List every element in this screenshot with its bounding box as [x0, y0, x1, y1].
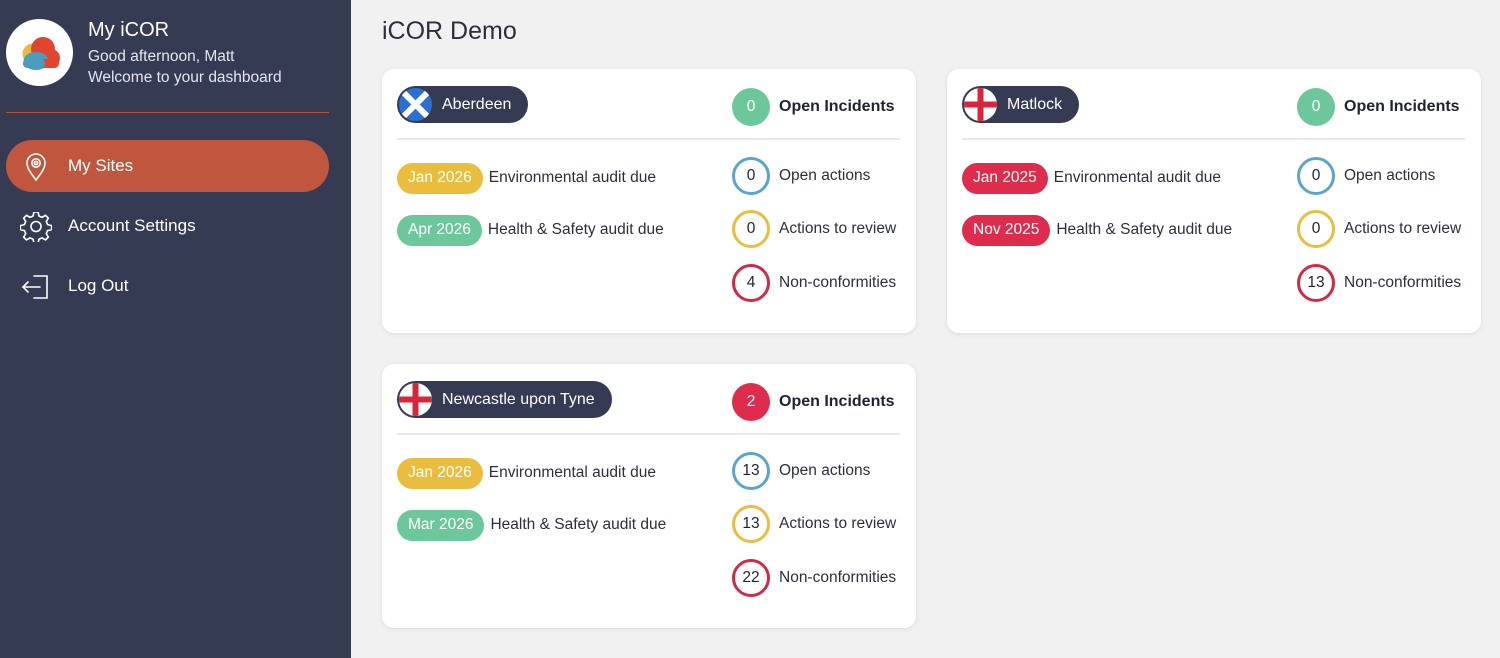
metric-count: 0 [732, 210, 770, 248]
site-card: Aberdeen 0 Open Incidents Jan 2026 Envir… [382, 69, 916, 333]
site-name: Matlock [1007, 95, 1063, 113]
site-card: Newcastle upon Tyne 2 Open Incidents Jan… [382, 364, 916, 628]
metric-label: Actions to review [1344, 220, 1462, 237]
audit-label: Environmental audit due [488, 464, 656, 481]
metric-actions-to-review[interactable]: 0 Actions to review [732, 210, 896, 248]
audit-label: Health & Safety audit due [487, 221, 664, 238]
metric-label: Open actions [779, 167, 871, 184]
audit-date-badge: Apr 2026 [397, 214, 482, 246]
metric-count: 0 [1297, 157, 1335, 195]
nav-label-log-out: Log Out [68, 276, 129, 295]
metric-label: Open actions [779, 462, 871, 479]
nav-item-my-sites[interactable]: My Sites [6, 140, 329, 192]
open-incidents-label: Open Incidents [779, 393, 895, 410]
logout-icon [20, 272, 52, 302]
audit-row: Jan 2025 Environmental audit due [962, 162, 1221, 194]
metric-open-actions[interactable]: 13 Open actions [732, 452, 870, 490]
gear-icon [19, 211, 53, 244]
metric-label: Actions to review [779, 515, 897, 532]
card-divider [397, 433, 900, 435]
sidebar-divider [6, 112, 329, 113]
audit-date-badge: Jan 2026 [397, 457, 483, 489]
audit-label: Health & Safety audit due [490, 516, 667, 533]
metric-label: Open actions [1344, 167, 1436, 184]
metric-non-conformities[interactable]: 13 Non-conformities [1297, 264, 1461, 302]
audit-date-badge: Jan 2025 [962, 162, 1048, 194]
open-incidents-label: Open Incidents [779, 98, 895, 115]
metric-label: Non-conformities [779, 569, 897, 586]
site-name-pill[interactable]: Aberdeen [397, 86, 529, 123]
site-name-pill[interactable]: Matlock [962, 86, 1080, 123]
metric-open-actions[interactable]: 0 Open actions [732, 157, 870, 195]
england-flag-icon [964, 88, 997, 121]
audit-date-badge: Nov 2025 [962, 214, 1051, 246]
site-name: Newcastle upon Tyne [442, 390, 595, 408]
metric-count: 13 [732, 452, 770, 490]
metric-count: 22 [732, 559, 770, 597]
site-name: Aberdeen [442, 95, 512, 113]
site-name-pill[interactable]: Newcastle upon Tyne [397, 381, 612, 418]
card-divider [397, 138, 900, 140]
location-pin-icon [20, 152, 52, 182]
metric-label: Actions to review [779, 220, 897, 237]
audit-date-badge: Mar 2026 [397, 509, 485, 541]
open-incidents-count: 2 [732, 383, 770, 421]
open-incidents[interactable]: 2 Open Incidents [732, 383, 895, 421]
open-incidents-count: 0 [1297, 88, 1335, 126]
audit-row: Nov 2025 Health & Safety audit due [962, 214, 1232, 246]
metric-count: 0 [1297, 210, 1335, 248]
audit-label: Environmental audit due [1053, 169, 1221, 186]
welcome-text: Welcome to your dashboard [88, 69, 282, 86]
open-incidents-label: Open Incidents [1344, 98, 1460, 115]
metric-count: 13 [1297, 264, 1335, 302]
audit-date-badge: Jan 2026 [397, 162, 483, 194]
open-incidents-count: 0 [732, 88, 770, 126]
metric-non-conformities[interactable]: 22 Non-conformities [732, 559, 896, 597]
site-card: Matlock 0 Open Incidents Jan 2025 Enviro… [947, 69, 1481, 333]
scotland-flag-icon [399, 88, 432, 121]
metric-actions-to-review[interactable]: 0 Actions to review [1297, 210, 1461, 248]
nav-label-my-sites: My Sites [68, 156, 134, 175]
metric-count: 0 [732, 157, 770, 195]
app-title: My iCOR [88, 19, 170, 41]
metric-label: Non-conformities [779, 274, 897, 291]
nav-label-account-settings: Account Settings [68, 216, 196, 235]
metric-count: 4 [732, 264, 770, 302]
audit-label: Environmental audit due [488, 169, 656, 186]
audit-row: Mar 2026 Health & Safety audit due [397, 509, 666, 541]
metric-count: 13 [732, 505, 770, 543]
card-divider [962, 138, 1465, 140]
audit-row: Jan 2026 Environmental audit due [397, 162, 656, 194]
nav-item-account-settings[interactable]: Account Settings [6, 200, 329, 252]
england-flag-icon [399, 383, 432, 416]
open-incidents[interactable]: 0 Open Incidents [732, 88, 895, 126]
cloud-logo-icon [6, 19, 73, 86]
page-title: iCOR Demo [382, 17, 517, 45]
metric-actions-to-review[interactable]: 13 Actions to review [732, 505, 896, 543]
nav-item-log-out[interactable]: Log Out [6, 260, 329, 312]
open-incidents[interactable]: 0 Open Incidents [1297, 88, 1460, 126]
audit-label: Health & Safety audit due [1056, 221, 1233, 238]
metric-open-actions[interactable]: 0 Open actions [1297, 157, 1435, 195]
metric-non-conformities[interactable]: 4 Non-conformities [732, 264, 896, 302]
audit-row: Apr 2026 Health & Safety audit due [397, 214, 664, 246]
greeting-text: Good afternoon, Matt [88, 48, 235, 65]
sidebar: My iCOR Good afternoon, Matt Welcome to … [0, 0, 351, 658]
audit-row: Jan 2026 Environmental audit due [397, 457, 656, 489]
metric-label: Non-conformities [1344, 274, 1462, 291]
